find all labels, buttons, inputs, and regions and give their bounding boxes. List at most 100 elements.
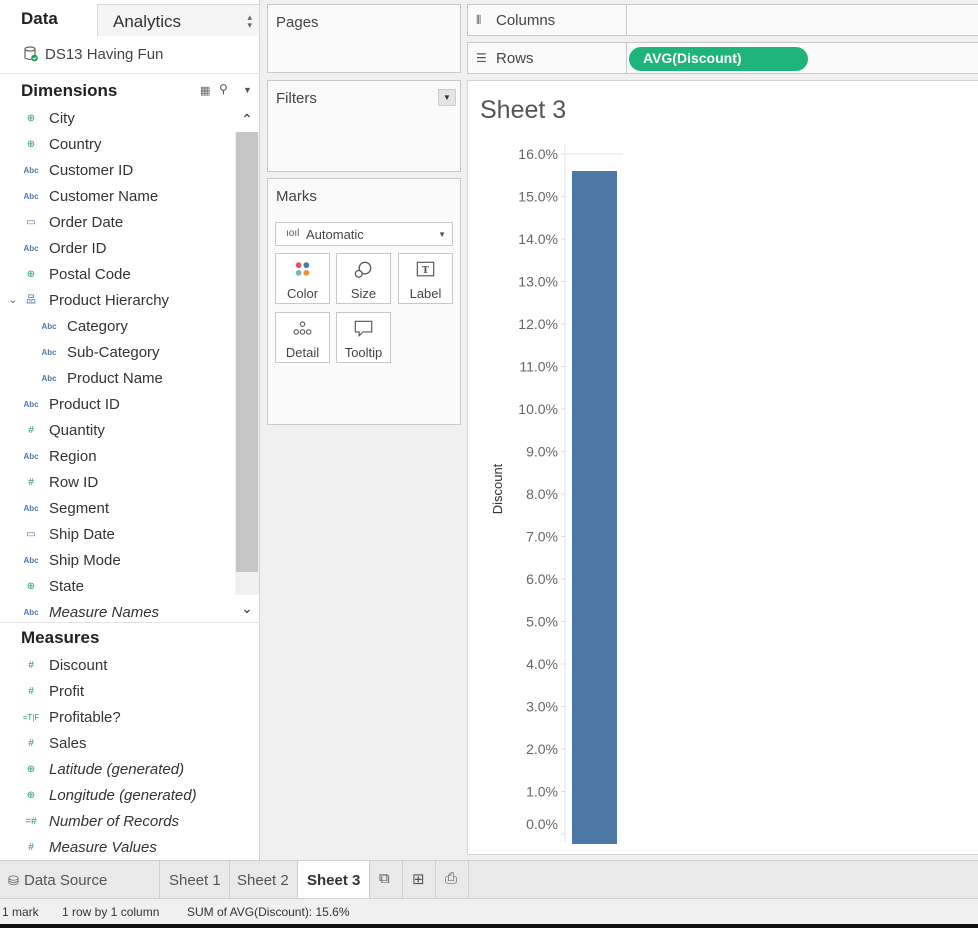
abc-string-icon: Abc <box>41 348 57 357</box>
tab-sheet-2-label: Sheet 2 <box>237 872 289 889</box>
pane-tabs: Data Analytics ▴ ▾ <box>0 0 260 36</box>
search-icon[interactable]: ⚲ <box>219 82 228 96</box>
tab-data[interactable]: Data <box>0 0 97 36</box>
field-item[interactable]: ⊕ Latitude (generated) <box>0 757 234 783</box>
field-item[interactable]: ▭ Order Date <box>0 210 234 236</box>
size-icon <box>354 261 372 278</box>
size-label: Size <box>350 286 377 301</box>
tab-sheet-1[interactable]: Sheet 1 <box>160 861 230 899</box>
field-item[interactable]: ⊕ Longitude (generated) <box>0 783 234 809</box>
field-item[interactable]: # Measure Values <box>0 835 234 861</box>
measures-list: # Discount # Profit =T|F Profitable? # Sales ⊕ La… <box>0 653 260 860</box>
field-label: Latitude (generated) <box>49 761 185 778</box>
filters-shelf[interactable]: Filters ▼ <box>267 80 461 172</box>
detail-label: Detail <box>285 345 320 360</box>
scroll-thumb[interactable] <box>236 132 258 572</box>
new-dashboard-button[interactable]: ⊞ <box>403 861 436 899</box>
field-label: Region <box>49 448 97 465</box>
filters-dropdown-icon[interactable]: ▼ <box>438 89 456 106</box>
new-worksheet-button[interactable]: ⧉ <box>370 861 403 899</box>
field-item[interactable]: ⊕ Country <box>0 132 234 158</box>
scroll-up-arrow-icon[interactable]: ⌃ <box>235 106 259 132</box>
field-item[interactable]: Abc Order ID <box>0 236 234 262</box>
status-marks: 1 mark <box>2 905 39 919</box>
tooltip-button[interactable]: Tooltip <box>336 312 391 363</box>
field-item[interactable]: Abc Product Name <box>0 366 234 392</box>
tab-sheet-3-label: Sheet 3 <box>307 872 361 889</box>
y-tick-label: 10.0% <box>518 401 558 417</box>
dimensions-scrollbar[interactable]: ⌃ ⌄ <box>235 106 259 621</box>
field-item[interactable]: ▭ Ship Date <box>0 522 234 548</box>
color-button[interactable]: Color <box>275 253 330 304</box>
field-item[interactable]: Abc Category <box>0 314 234 340</box>
scroll-down-arrow-icon[interactable]: ⌄ <box>235 595 259 621</box>
field-item[interactable]: Abc Region <box>0 444 234 470</box>
field-item[interactable]: # Discount <box>0 653 234 679</box>
tab-data-source[interactable]: ⛁ Data Source <box>0 861 160 899</box>
mark-type-dropdown[interactable]: ıoıl Automatic ▼ <box>275 222 453 246</box>
hierarchy-icon: 品 <box>26 295 36 306</box>
field-item[interactable]: =T|F Profitable? <box>0 705 234 731</box>
abc-string-icon: Abc <box>23 166 39 175</box>
avg-discount-pill[interactable]: AVG(Discount) <box>629 47 808 71</box>
field-label: Quantity <box>49 422 105 439</box>
menu-dropdown-icon[interactable]: ▼ <box>243 85 252 95</box>
abc-string-icon: Abc <box>23 244 39 253</box>
field-label: Measure Names <box>49 604 160 621</box>
field-item[interactable]: ⊕ Postal Code <box>0 262 234 288</box>
detail-icon <box>293 321 312 335</box>
field-item[interactable]: Abc Customer Name <box>0 184 234 210</box>
field-item[interactable]: Abc Sub-Category <box>0 340 234 366</box>
size-button[interactable]: Size <box>336 253 391 304</box>
field-item[interactable]: Abc Segment <box>0 496 234 522</box>
rows-shelf[interactable]: ☰ Rows AVG(Discount) <box>467 42 978 74</box>
expand-chevron-icon[interactable]: ⌄ <box>4 294 22 308</box>
tab-sheet-2[interactable]: Sheet 2 <box>230 861 298 899</box>
tab-analytics[interactable]: Analytics ▴ ▾ <box>97 4 260 36</box>
field-item[interactable]: =# Number of Records <box>0 809 234 835</box>
field-item[interactable]: ⊕ City <box>0 106 234 132</box>
field-label: Product Hierarchy <box>49 292 170 309</box>
color-icon <box>295 262 310 276</box>
status-sum: SUM of AVG(Discount): 15.6% <box>187 905 350 919</box>
tab-sheet-3[interactable]: Sheet 3 <box>298 861 370 899</box>
datasource-item[interactable]: DS13 Having Fun <box>0 36 260 74</box>
detail-button[interactable]: Detail <box>275 312 330 363</box>
field-label: Row ID <box>49 474 99 491</box>
new-dashboard-icon: ⊞ <box>412 871 425 888</box>
color-label: Color <box>286 286 319 301</box>
field-item[interactable]: # Row ID <box>0 470 234 496</box>
field-item[interactable]: ⊕ State <box>0 574 234 600</box>
field-item[interactable]: Abc Customer ID <box>0 158 234 184</box>
field-item[interactable]: # Sales <box>0 731 234 757</box>
y-tick-label: 3.0% <box>526 699 558 715</box>
new-story-icon: ⎙ <box>445 870 458 887</box>
worksheet-view: 0.0% 1.0% 2.0% 3.0% 4.0% 5.0% 6.0% 7.0% 8.0% 9.0%… <box>467 80 978 855</box>
y-tick-label: 0.0% <box>526 816 558 832</box>
pages-shelf[interactable]: Pages <box>267 4 461 73</box>
status-bar: 1 mark 1 row by 1 column SUM of AVG(Disc… <box>0 898 978 924</box>
field-item[interactable]: # Profit <box>0 679 234 705</box>
chart: 0.0% 1.0% 2.0% 3.0% 4.0% 5.0% 6.0% 7.0% 8.0% 9.0%… <box>490 144 623 844</box>
field-label: Product Name <box>67 370 163 387</box>
abc-string-icon: Abc <box>23 192 39 201</box>
field-item[interactable]: Abc Product ID <box>0 392 234 418</box>
y-tick-label: 2.0% <box>526 741 558 757</box>
y-tick-label: 14.0% <box>518 231 558 247</box>
datasource-name: DS13 Having Fun <box>45 46 164 63</box>
field-label: Category <box>67 318 128 335</box>
field-item[interactable]: ⌄ 品 Product Hierarchy <box>0 288 234 314</box>
field-item[interactable]: Abc Measure Names <box>0 600 234 621</box>
columns-shelf[interactable]: ⦀ Columns <box>467 4 978 36</box>
view-as-list-icon[interactable]: ▦ <box>200 84 210 97</box>
field-label: Discount <box>49 657 108 674</box>
abc-string-icon: Abc <box>41 322 57 331</box>
window-edge <box>0 924 978 928</box>
new-story-button[interactable]: ⎙ <box>436 861 469 899</box>
sheet-tabbar: ⛁ Data Source Sheet 1 Sheet 2 Sheet 3 ⧉ … <box>0 860 978 899</box>
new-worksheet-icon: ⧉ <box>379 870 390 887</box>
field-label: Sub-Category <box>67 344 160 361</box>
label-button[interactable]: T Label <box>398 253 453 304</box>
field-item[interactable]: Abc Ship Mode <box>0 548 234 574</box>
field-item[interactable]: # Quantity <box>0 418 234 444</box>
